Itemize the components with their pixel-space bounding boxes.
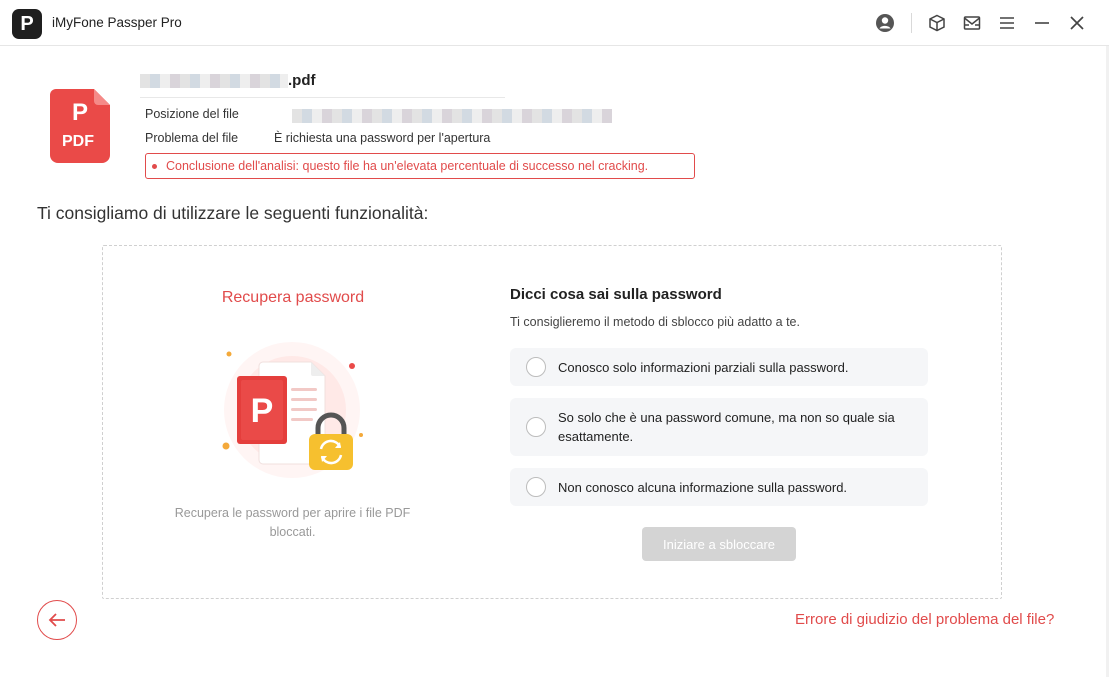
minimize-icon[interactable] bbox=[1030, 11, 1054, 35]
option-label: Conosco solo informazioni parziali sulla… bbox=[558, 360, 849, 375]
close-icon[interactable] bbox=[1065, 11, 1089, 35]
menu-icon[interactable] bbox=[995, 11, 1019, 35]
feature-description: Recupera le password per aprire i file P… bbox=[174, 506, 411, 539]
window-title: iMyFone Passper Pro bbox=[52, 15, 182, 30]
analysis-text: Conclusione dell'analisi: questo file ha… bbox=[166, 159, 649, 173]
question-title: Dicci cosa sai sulla password bbox=[510, 286, 722, 303]
svg-text:PDF: PDF bbox=[62, 133, 94, 150]
pdf-lock-illustration: P bbox=[215, 340, 370, 480]
radio-button[interactable] bbox=[526, 417, 546, 437]
option-no-info[interactable]: Non conosco alcuna informazione sulla pa… bbox=[510, 468, 928, 506]
mail-icon[interactable] bbox=[960, 11, 984, 35]
start-unlock-button[interactable]: Iniziare a sbloccare bbox=[642, 527, 796, 561]
svg-text:P: P bbox=[251, 392, 274, 430]
svg-text:P: P bbox=[72, 99, 88, 126]
back-button[interactable] bbox=[37, 600, 77, 640]
file-problem-label: Problema del file bbox=[145, 131, 239, 145]
file-extension: .pdf bbox=[288, 72, 316, 89]
option-label: Non conosco alcuna informazione sulla pa… bbox=[558, 480, 848, 495]
file-location-value bbox=[292, 108, 612, 127]
feature-title: Recupera password bbox=[221, 289, 365, 306]
radio-button[interactable] bbox=[526, 357, 546, 377]
question-subtitle: Ti consiglieremo il metodo di sblocco pi… bbox=[510, 315, 800, 329]
titlebar-separator bbox=[911, 13, 912, 33]
file-problem-value: È richiesta una password per l'apertura bbox=[274, 131, 491, 145]
redacted-filename bbox=[140, 73, 288, 88]
pdf-file-icon: P PDF bbox=[50, 89, 110, 163]
divider bbox=[140, 97, 505, 98]
account-icon[interactable] bbox=[873, 11, 897, 35]
misjudgment-link[interactable]: Errore di giudizio del problema del file… bbox=[795, 611, 1054, 628]
analysis-alert: Conclusione dell'analisi: questo file ha… bbox=[145, 153, 695, 179]
option-label: So solo che è una password comune, ma no… bbox=[558, 410, 895, 444]
arrow-left-icon bbox=[48, 613, 65, 627]
option-partial-info[interactable]: Conosco solo informazioni parziali sulla… bbox=[510, 348, 928, 386]
bullet-icon bbox=[152, 163, 157, 169]
recommendation-heading: Ti consigliamo di utilizzare le seguenti… bbox=[37, 203, 429, 223]
package-icon[interactable] bbox=[925, 11, 949, 35]
option-common-password[interactable]: So solo che è una password comune, ma no… bbox=[510, 398, 928, 456]
redacted-path bbox=[292, 109, 612, 123]
radio-button[interactable] bbox=[526, 477, 546, 497]
app-logo: P bbox=[12, 9, 42, 39]
file-location-label: Posizione del file bbox=[145, 107, 239, 121]
file-name: .pdf bbox=[140, 72, 316, 89]
